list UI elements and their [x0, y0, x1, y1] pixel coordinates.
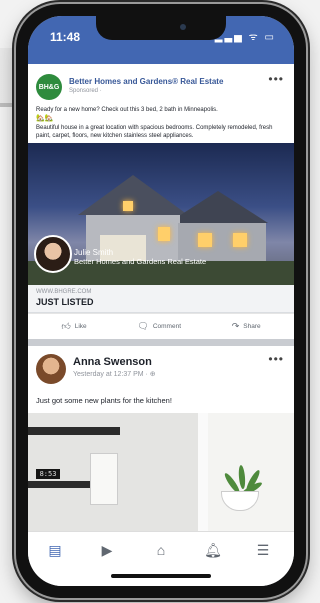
- post-body-text: Ready for a new home? Check out this 3 b…: [28, 104, 294, 143]
- house-window: [198, 232, 212, 247]
- post-header-text: Better Homes and Gardens® Real Estate Sp…: [69, 74, 223, 94]
- link-title: JUST LISTED: [36, 296, 94, 307]
- bottom-tab-bar: ▤ ▶ ⌂ 🔔︎ ☰: [28, 531, 294, 586]
- brand-logo[interactable]: BH&G: [36, 74, 62, 100]
- wall-panel: [90, 452, 118, 505]
- photo-divider: [198, 412, 208, 532]
- plant-photo[interactable]: 8:53: [28, 412, 294, 532]
- post-timestamp[interactable]: Yesterday at 12:37 PM · ⊕: [73, 370, 156, 378]
- post-text-line: Beautiful house in a great location with…: [36, 124, 273, 139]
- comment-icon: 🗨︎: [137, 320, 149, 331]
- post-separator: [28, 338, 294, 346]
- house-roof: [168, 190, 268, 223]
- kitchen-shelf: [28, 480, 98, 488]
- phone-notch: [96, 16, 226, 40]
- oven-clock: 8:53: [36, 468, 60, 479]
- agent-avatar[interactable]: [34, 234, 72, 273]
- more-options-icon[interactable]: •••: [268, 72, 284, 86]
- camera-icon: [180, 24, 186, 30]
- sponsored-label: Sponsored ·: [69, 88, 102, 94]
- house-window: [158, 226, 170, 241]
- phone-frame: 11:48 ▂▃▅ ᯤ ▭ BH&G Better Homes and Gard…: [16, 4, 306, 598]
- share-icon: ↷: [231, 320, 240, 331]
- kitchen-shelf: [28, 426, 120, 435]
- friend-post: Anna Swenson Yesterday at 12:37 PM · ⊕ •…: [28, 345, 294, 532]
- phone-screen: 11:48 ▂▃▅ ᯤ ▭ BH&G Better Homes and Gard…: [28, 16, 294, 586]
- news-feed-icon[interactable]: ▤: [42, 542, 68, 559]
- house-window: [233, 232, 247, 247]
- agent-firm: Better Homes and Gardens Real Estate: [74, 256, 207, 266]
- status-time: 11:48: [50, 30, 81, 44]
- house-photo[interactable]: Julie Smith Better Homes and Gardens Rea…: [28, 142, 294, 285]
- house-emoji: 🏡🏡: [36, 115, 54, 123]
- marketplace-icon[interactable]: ⌂: [148, 542, 174, 558]
- post-actions: 👍︎ Like 🗨︎ Comment ↷ Share: [28, 312, 294, 339]
- link-url: WWW.BHGRE.COM: [36, 288, 92, 295]
- share-label: Share: [243, 322, 261, 330]
- page-name-link[interactable]: Better Homes and Gardens® Real Estate: [69, 77, 223, 86]
- home-indicator[interactable]: [111, 574, 211, 578]
- plant-pot: [221, 490, 259, 511]
- share-button[interactable]: ↷ Share: [232, 321, 261, 332]
- post-header-text: Anna Swenson Yesterday at 12:37 PM · ⊕: [73, 354, 156, 378]
- menu-icon[interactable]: ☰: [250, 542, 276, 559]
- comment-button[interactable]: 🗨︎ Comment: [137, 321, 181, 332]
- comment-label: Comment: [152, 322, 182, 330]
- link-preview[interactable]: WWW.BHGRE.COM JUST LISTED: [28, 284, 294, 313]
- post-body-text: Just got some new plants for the kitchen…: [36, 395, 172, 405]
- post-text-line: Ready for a new home? Check out this 3 b…: [36, 107, 218, 113]
- author-name[interactable]: Anna Swenson: [73, 356, 156, 368]
- plant-leaf: [237, 464, 246, 489]
- sponsored-post: BH&G Better Homes and Gardens® Real Esta…: [28, 64, 294, 339]
- post-header: BH&G Better Homes and Gardens® Real Esta…: [28, 70, 294, 104]
- avatar[interactable]: [36, 353, 66, 384]
- thumbs-up-icon: 👍︎: [61, 320, 71, 331]
- like-button[interactable]: 👍︎ Like: [61, 321, 86, 332]
- watch-icon[interactable]: ▶: [94, 542, 120, 559]
- more-options-icon[interactable]: •••: [268, 352, 284, 366]
- agent-name: Julie Smith: [74, 247, 114, 257]
- house-window: [123, 200, 133, 211]
- news-feed[interactable]: BH&G Better Homes and Gardens® Real Esta…: [28, 64, 294, 532]
- post-header: Anna Swenson Yesterday at 12:37 PM · ⊕ •…: [28, 346, 294, 388]
- notifications-icon[interactable]: 🔔︎: [200, 542, 226, 559]
- like-label: Like: [74, 322, 87, 330]
